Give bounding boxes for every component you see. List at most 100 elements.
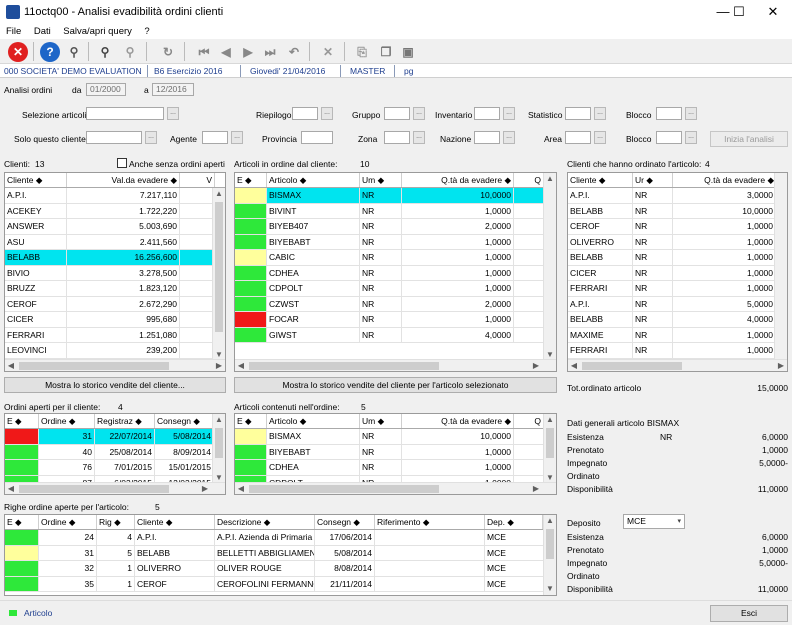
righe-grid[interactable]: E ◆ Ordine ◆ Rig ◆ Cliente ◆ Descrizione… — [4, 514, 557, 596]
refresh-icon[interactable]: ↻ — [158, 42, 178, 62]
righe-vscroll[interactable]: ▲ ▼ — [543, 515, 556, 595]
table-row[interactable]: CEROF 2.672,290 — [5, 296, 214, 312]
col-consegna2[interactable]: Consegn ◆ — [315, 515, 375, 529]
table-row[interactable]: CEROF NR 1,0000 — [568, 219, 776, 235]
help-icon[interactable]: ? — [40, 42, 60, 62]
col-ordine[interactable]: Ordine ◆ — [39, 414, 95, 428]
blocco1-input[interactable] — [656, 107, 682, 120]
ordini-hscroll[interactable]: ◀ ▶ — [5, 482, 225, 494]
col-um2[interactable]: Um ◆ — [360, 414, 402, 428]
table-row[interactable]: 31 5 BELABB BELLETTI ABBIGLIAMEN 5/08/2014 MC… — [5, 545, 545, 561]
table-row[interactable]: CZWST NR 2,0000 — [235, 296, 545, 312]
table-row[interactable]: ACEKEY 1.722,220 — [5, 203, 214, 219]
art-ordine-hscroll[interactable]: ◀ ▶ — [235, 482, 556, 494]
table-row[interactable]: BRUZZ 1.823,120 — [5, 281, 214, 297]
art-ordine-vscroll[interactable]: ▲ ▼ — [543, 414, 556, 484]
nazione-lookup[interactable]: ... — [503, 131, 515, 144]
deposito-select[interactable]: MCE ▾ — [623, 514, 685, 529]
clienti-vscroll[interactable]: ▲ ▼ — [212, 188, 225, 361]
col-um[interactable]: Um ◆ — [360, 173, 402, 187]
inventario-lookup[interactable]: ... — [503, 107, 515, 120]
clienti-art-vscroll[interactable] — [774, 173, 787, 361]
col-dep[interactable]: Dep. ◆ — [485, 515, 543, 529]
col-e3[interactable]: E ◆ — [235, 414, 267, 428]
provincia-input[interactable] — [301, 131, 333, 144]
table-row[interactable]: ASU 2.411,560 — [5, 234, 214, 250]
blocco1-lookup[interactable]: ... — [685, 107, 697, 120]
statistico-input[interactable] — [565, 107, 591, 120]
window-icon[interactable]: ▣ — [398, 42, 418, 62]
area-lookup[interactable]: ... — [594, 131, 606, 144]
articoli-hscroll[interactable]: ◀ ▶ — [235, 359, 556, 371]
col-e4[interactable]: E ◆ — [5, 515, 39, 529]
binoculars-icon[interactable]: ⚲ — [64, 42, 84, 62]
statistico-lookup[interactable]: ... — [594, 107, 606, 120]
table-row[interactable]: A.P.I. NR 5,0000 — [568, 296, 776, 312]
table-row[interactable]: BISMAX NR 10,0000 — [235, 429, 545, 445]
col-cliente[interactable]: Cliente ◆ — [5, 173, 67, 187]
riepilogo-lookup[interactable]: ... — [321, 107, 333, 120]
solo-cliente-input[interactable] — [86, 131, 142, 144]
col-articolo[interactable]: Articolo ◆ — [267, 173, 360, 187]
table-row[interactable]: CDHEA NR 1,0000 — [235, 460, 545, 476]
gruppo-lookup[interactable]: ... — [413, 107, 425, 120]
copy-icon[interactable]: ❐ — [376, 42, 396, 62]
table-row[interactable]: 24 4 A.P.I. A.P.I. Azienda di Primaria A 17/… — [5, 530, 545, 546]
col-q[interactable]: Q — [514, 173, 544, 187]
a-input[interactable]: 12/2016 — [152, 83, 194, 96]
inventario-input[interactable] — [474, 107, 500, 120]
table-row[interactable]: GIWST NR 4,0000 — [235, 327, 545, 343]
table-row[interactable]: FERRARI NR 1,0000 — [568, 281, 776, 297]
area-input[interactable] — [565, 131, 591, 144]
table-row[interactable]: 32 1 OLIVERRO OLIVER ROUGE 8/08/2014 MCE — [5, 561, 545, 577]
agente-lookup[interactable]: ... — [231, 131, 243, 144]
table-row[interactable]: BELABB NR 10,0000 — [568, 203, 776, 219]
table-row[interactable]: BELABB 16.256,600 — [5, 250, 214, 266]
table-row[interactable]: FERRARI NR 1,0000 — [568, 343, 776, 359]
prev-icon[interactable]: ◀ — [216, 42, 236, 62]
table-row[interactable]: OLIVERRO NR 1,0000 — [568, 234, 776, 250]
articoli-grid[interactable]: E ◆ Articolo ◆ Um ◆ Q.tà da evadere ◆ Q … — [234, 172, 557, 372]
menu-help[interactable]: ? — [144, 26, 149, 37]
ordini-vscroll[interactable]: ▲ ▼ — [212, 414, 225, 484]
col-descrizione[interactable]: Descrizione ◆ — [215, 515, 315, 529]
col-qta3[interactable]: Q.tà da evadere ◆ — [402, 414, 514, 428]
zona-lookup[interactable]: ... — [413, 131, 425, 144]
col-consegna[interactable]: Consegn ◆ — [155, 414, 213, 428]
solo-cliente-lookup[interactable]: ... — [145, 131, 157, 144]
col-q2[interactable]: Q — [514, 414, 544, 428]
table-row[interactable]: CICER 995,680 — [5, 312, 214, 328]
col-e[interactable]: E ◆ — [235, 173, 267, 187]
table-row[interactable]: CDHEA NR 1,0000 — [235, 265, 545, 281]
storico-cliente-button[interactable]: Mostra lo storico vendite del cliente... — [4, 377, 226, 393]
nazione-input[interactable] — [474, 131, 500, 144]
menu-file[interactable]: File — [6, 26, 21, 37]
menu-dati[interactable]: Dati — [34, 26, 51, 37]
menu-salva-query[interactable]: Salva/apri query — [63, 26, 132, 37]
anche-senza-checkbox[interactable] — [117, 158, 127, 168]
table-row[interactable]: BELABB NR 4,0000 — [568, 312, 776, 328]
col-v[interactable]: V — [180, 173, 215, 187]
table-row[interactable]: LEOVINCI 239,200 — [5, 343, 214, 359]
inizia-analisi-button[interactable]: Inizia l'analisi — [710, 131, 788, 147]
table-row[interactable]: FOCAR NR 1,0000 — [235, 312, 545, 328]
agente-input[interactable] — [202, 131, 228, 144]
clienti-art-grid[interactable]: Cliente ◆ Ur ◆ Q.tà da evadere ◆ A.P.I. N… — [567, 172, 788, 372]
table-row[interactable]: BELABB NR 1,0000 — [568, 250, 776, 266]
riepilogo-input[interactable] — [292, 107, 318, 120]
table-row[interactable]: BIYEBABT NR 1,0000 — [235, 234, 545, 250]
selezione-articoli-input[interactable] — [86, 107, 164, 120]
clienti-hscroll[interactable]: ◀ ▶ — [5, 359, 225, 371]
col-val-evadere[interactable]: Val.da evadere ◆ — [67, 173, 180, 187]
table-row[interactable]: CABIC NR 1,0000 — [235, 250, 545, 266]
col-ur[interactable]: Ur ◆ — [633, 173, 673, 187]
find-next-icon[interactable]: ⚲ — [120, 42, 140, 62]
col-registraz[interactable]: Registraz ◆ — [95, 414, 155, 428]
selezione-articoli-lookup[interactable]: ... — [167, 107, 179, 120]
col-cliente2[interactable]: Cliente ◆ — [568, 173, 633, 187]
table-row[interactable]: 31 22/07/2014 5/08/2014 — [5, 429, 214, 445]
col-ordine2[interactable]: Ordine ◆ — [39, 515, 97, 529]
art-ordine-grid[interactable]: E ◆ Articolo ◆ Um ◆ Q.tà da evadere ◆ Q … — [234, 413, 557, 495]
table-row[interactable]: A.P.I. NR 3,0000 — [568, 188, 776, 204]
col-qta2[interactable]: Q.tà da evadere ◆ — [673, 173, 777, 187]
